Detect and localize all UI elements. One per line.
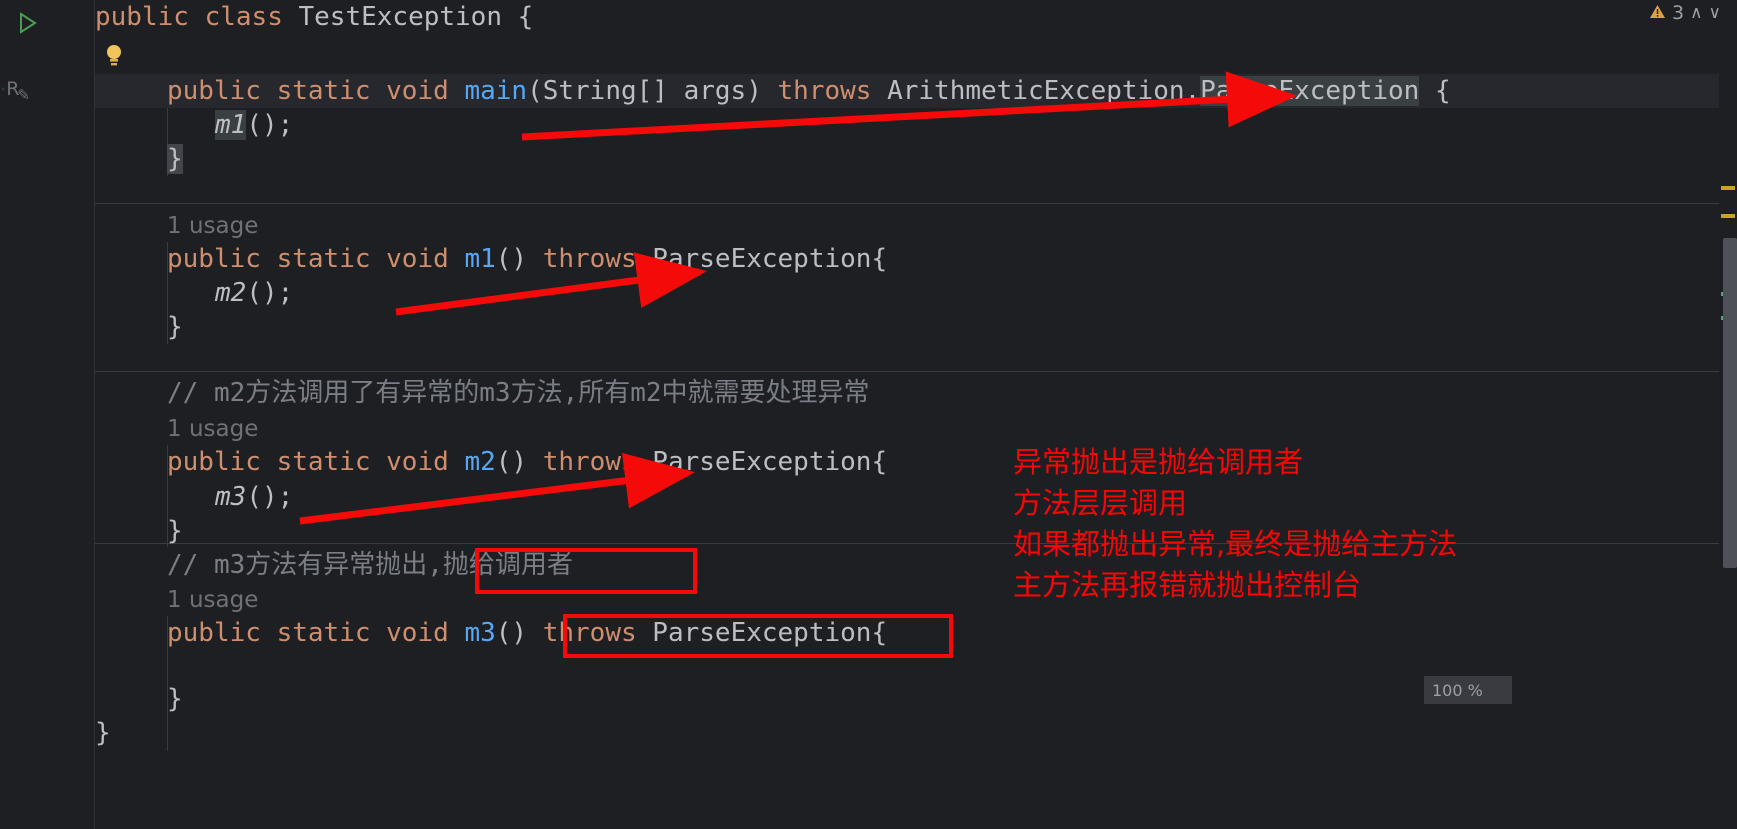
code-token: () bbox=[495, 618, 543, 648]
code-token: (); bbox=[246, 110, 294, 140]
line-main-decl[interactable]: public static void main(String[] args) t… bbox=[95, 74, 1451, 108]
run-class-icon[interactable] bbox=[12, 8, 42, 38]
code-token: static bbox=[276, 76, 387, 106]
line-m1-usage[interactable]: 1 usage bbox=[95, 208, 258, 242]
editor-gutter: R ✎ bbox=[0, 0, 95, 829]
line-m2-usage[interactable]: 1 usage bbox=[95, 411, 258, 445]
inspection-widget[interactable]: 3 ∧ ∨ bbox=[1649, 0, 1721, 26]
warning-triangle-icon bbox=[1649, 2, 1666, 24]
line-m3-call[interactable]: m3(); bbox=[95, 480, 293, 514]
code-token: public bbox=[167, 244, 277, 274]
code-token: static bbox=[276, 244, 387, 274]
code-token: m2 bbox=[215, 278, 247, 308]
code-token: ParseException{ bbox=[652, 244, 888, 274]
code-token: (); bbox=[246, 482, 294, 512]
code-token: m1 bbox=[215, 110, 247, 140]
line-m1-decl[interactable]: public static void m1() throws ParseExce… bbox=[95, 242, 887, 276]
code-token: ParseException{ bbox=[652, 447, 888, 477]
code-token: 1 usage bbox=[167, 416, 259, 442]
code-token: { bbox=[517, 2, 534, 32]
code-token: } bbox=[167, 144, 183, 174]
line-m2-call[interactable]: m2(); bbox=[95, 276, 293, 310]
code-token: } bbox=[167, 516, 183, 546]
code-token: void bbox=[386, 244, 465, 274]
method-separator bbox=[95, 543, 1737, 544]
annotation-note-line-3: 如果都抛出异常,最终是抛给主方法 bbox=[1013, 527, 1458, 561]
code-token: 1 usage bbox=[167, 213, 259, 239]
method-separator bbox=[95, 371, 1737, 372]
edit-pencil-icon: ✎ bbox=[17, 86, 30, 104]
line-class-decl[interactable]: public class TestException { bbox=[95, 0, 533, 34]
code-token: } bbox=[95, 718, 111, 748]
lightbulb-intention-icon[interactable] bbox=[103, 42, 125, 68]
annotation-note-line-2: 方法层层调用 bbox=[1013, 486, 1188, 520]
code-token: static bbox=[276, 618, 387, 648]
code-token: m2 bbox=[464, 447, 496, 477]
method-separator bbox=[95, 203, 1737, 204]
line-m3-usage[interactable]: 1 usage bbox=[95, 582, 258, 616]
run-method-icon[interactable]: R ✎ bbox=[2, 74, 32, 104]
red-box-m3-throws bbox=[563, 614, 953, 658]
code-token: void bbox=[386, 618, 465, 648]
line-m1-call[interactable]: m1(); bbox=[95, 108, 293, 142]
red-box-comment-caller bbox=[475, 548, 697, 594]
line-m2-comment[interactable]: // m2方法调用了有异常的m3方法,所有m2中就需要处理异常 bbox=[95, 376, 870, 410]
line-class-close[interactable]: } bbox=[95, 716, 111, 750]
code-token: m1 bbox=[464, 244, 496, 274]
zoom-level-badge: 100 % bbox=[1424, 676, 1512, 704]
code-token: () bbox=[495, 447, 543, 477]
code-token: TestException bbox=[298, 2, 518, 32]
line-m2-close[interactable]: } bbox=[95, 514, 183, 548]
code-token: (); bbox=[246, 278, 294, 308]
code-token: static bbox=[276, 447, 387, 477]
stripe-marker-warning[interactable] bbox=[1721, 186, 1735, 190]
code-token: // m2方法调用了有异常的m3方法,所有m2中就需要处理异常 bbox=[167, 378, 870, 408]
error-stripe-marker-bar[interactable] bbox=[1719, 0, 1737, 829]
code-token: void bbox=[386, 76, 465, 106]
code-token: () bbox=[495, 244, 543, 274]
chevron-up-icon[interactable]: ∧ bbox=[1690, 3, 1702, 23]
code-token: public bbox=[95, 2, 205, 32]
code-token: public bbox=[167, 76, 277, 106]
editor-scrollbar-thumb[interactable] bbox=[1723, 238, 1737, 568]
line-m2-decl[interactable]: public static void m2() throws ParseExce… bbox=[95, 445, 887, 479]
code-token: main bbox=[464, 76, 528, 106]
code-token: throws bbox=[777, 76, 888, 106]
code-token: public bbox=[167, 618, 277, 648]
line-main-close[interactable]: } bbox=[95, 142, 183, 176]
annotation-note-line-1: 异常抛出是抛给调用者 bbox=[1013, 445, 1304, 479]
code-token: } bbox=[167, 684, 183, 714]
code-token: throws bbox=[542, 244, 653, 274]
line-m3-close[interactable]: } bbox=[95, 682, 183, 716]
annotation-note-line-4: 主方法再报错就抛出控制台 bbox=[1013, 568, 1362, 602]
code-token: ParseException bbox=[1200, 76, 1420, 106]
code-token: void bbox=[386, 447, 465, 477]
code-token: m3 bbox=[464, 618, 496, 648]
editor-window: R ✎ public class TestException {public s… bbox=[0, 0, 1737, 829]
code-token: m3 bbox=[215, 482, 247, 512]
code-token: ArithmeticException, bbox=[887, 76, 1201, 106]
code-token: public bbox=[167, 447, 277, 477]
code-editor-area[interactable]: public class TestException {public stati… bbox=[95, 0, 1737, 829]
stripe-marker-warning[interactable] bbox=[1721, 214, 1735, 218]
warning-count: 3 bbox=[1672, 2, 1685, 24]
code-token: { bbox=[1419, 76, 1451, 106]
code-token: throws bbox=[542, 447, 653, 477]
code-token: class bbox=[204, 2, 299, 32]
code-token: } bbox=[167, 312, 183, 342]
code-token: (String[] args) bbox=[527, 76, 778, 106]
line-m1-close[interactable]: } bbox=[95, 310, 183, 344]
code-token: 1 usage bbox=[167, 587, 259, 613]
